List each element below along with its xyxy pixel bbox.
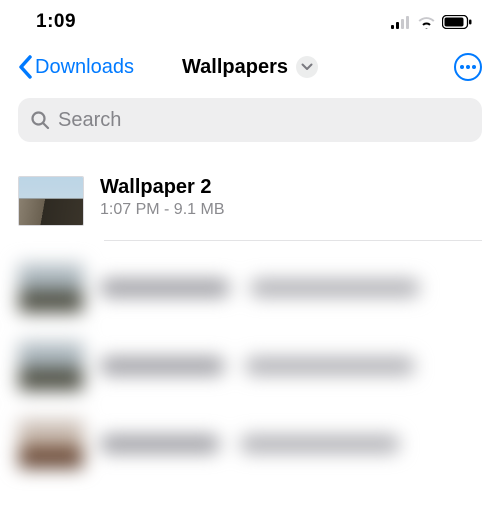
folder-title: Wallpapers (182, 56, 288, 79)
file-meta: 1:07 PM - 9.1 MB (100, 201, 225, 219)
redacted-rows (0, 249, 500, 483)
file-row[interactable]: Wallpaper 2 1:07 PM - 9.1 MB (18, 176, 482, 240)
file-list: Wallpaper 2 1:07 PM - 9.1 MB (0, 154, 500, 241)
row-divider (104, 240, 482, 241)
title-group: Wallpapers (182, 56, 318, 79)
search-container: Search (0, 90, 500, 154)
battery-icon (442, 15, 472, 29)
redacted-text (100, 279, 482, 297)
title-menu-button[interactable] (296, 56, 318, 78)
status-indicators (391, 15, 472, 29)
cellular-icon (391, 16, 411, 29)
search-placeholder: Search (58, 109, 121, 132)
wifi-icon (417, 16, 436, 29)
file-info: Wallpaper 2 1:07 PM - 9.1 MB (100, 176, 225, 219)
redacted-row (0, 327, 500, 405)
chevron-down-icon (301, 63, 313, 71)
redacted-text (100, 435, 482, 453)
back-label: Downloads (35, 56, 134, 79)
redacted-thumbnail (18, 341, 84, 391)
more-options-button[interactable] (454, 53, 482, 81)
back-button[interactable]: Downloads (18, 55, 134, 79)
redacted-thumbnail (18, 263, 84, 313)
nav-bar: Downloads Wallpapers (0, 44, 500, 90)
search-icon (30, 110, 50, 130)
file-thumbnail (18, 176, 84, 226)
clock: 1:09 (36, 11, 76, 33)
redacted-text (100, 357, 482, 375)
redacted-row (0, 405, 500, 483)
status-bar: 1:09 (0, 0, 500, 44)
redacted-row (0, 249, 500, 327)
search-input[interactable]: Search (18, 98, 482, 142)
ellipsis-icon (460, 65, 476, 69)
redacted-thumbnail (18, 419, 84, 469)
chevron-left-icon (18, 55, 33, 79)
file-name: Wallpaper 2 (100, 176, 225, 199)
